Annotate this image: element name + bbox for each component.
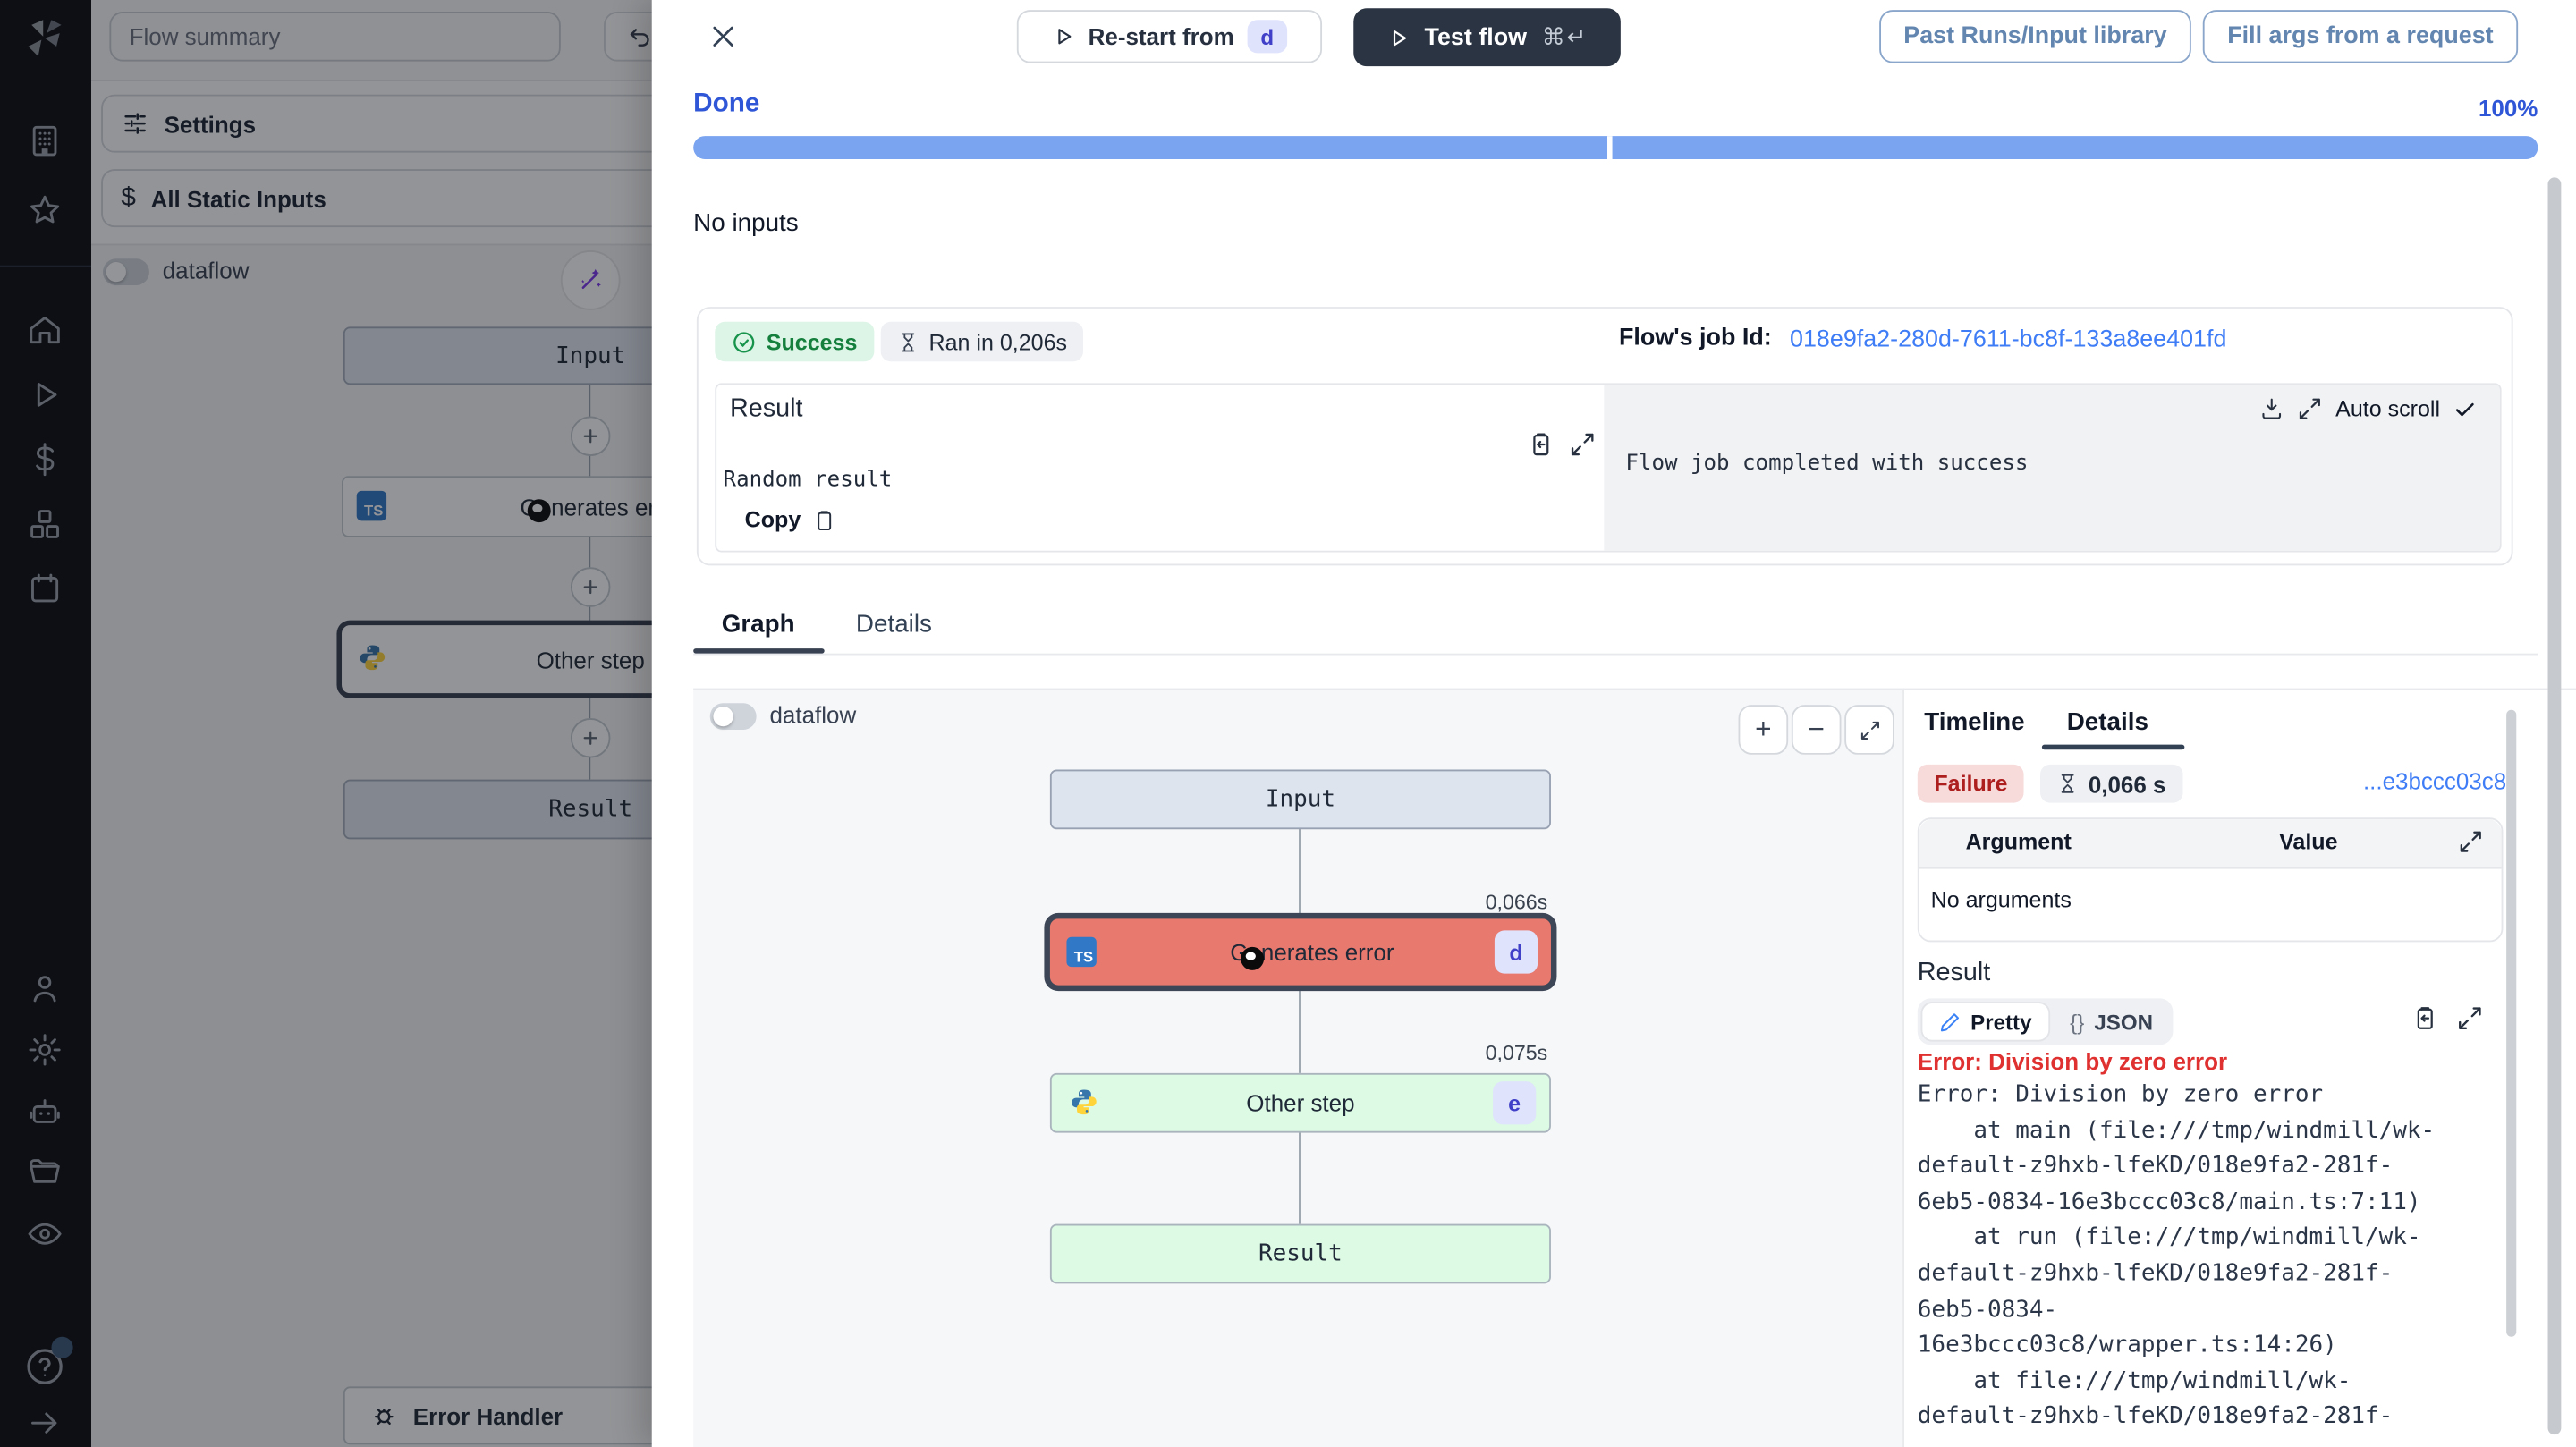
- braces-icon: {}: [2070, 1009, 2084, 1034]
- test-flow-button[interactable]: Test flow ⌘↵: [1353, 8, 1621, 66]
- typescript-icon: TS: [1066, 937, 1096, 967]
- expand-result-icon[interactable]: [1569, 431, 1596, 458]
- step-id-badge: e: [1493, 1081, 1536, 1124]
- python-icon: [1070, 1088, 1098, 1117]
- expand-step-result-icon[interactable]: [2457, 1005, 2484, 1032]
- json-tab[interactable]: {} JSON: [2054, 1003, 2170, 1040]
- expand-icon: [1859, 719, 1880, 740]
- expand-log-icon[interactable]: [2297, 396, 2322, 421]
- past-runs-button[interactable]: Past Runs/Input library: [1879, 10, 2191, 63]
- pen-icon: [1939, 1011, 1961, 1032]
- no-inputs-text: No inputs: [693, 209, 799, 238]
- no-arguments-text: No arguments: [1931, 887, 2072, 912]
- progress-percent: 100%: [2377, 95, 2538, 122]
- result-view-switch: Pretty {} JSON: [1918, 998, 2174, 1045]
- result-value: Random result: [724, 468, 893, 493]
- col-argument: Argument: [1966, 829, 2072, 854]
- tab-graph[interactable]: Graph: [722, 610, 795, 639]
- copy-step-result-icon[interactable]: [2411, 1005, 2438, 1032]
- tab-step-details[interactable]: Details: [2067, 708, 2148, 737]
- step-job-link[interactable]: ...e3bccc03c8: [2363, 768, 2506, 795]
- tab-graph-underline: [693, 648, 825, 654]
- job-id-label: Flow's job Id:: [1619, 325, 1772, 351]
- error-title: Error: Division by zero error: [1918, 1048, 2227, 1075]
- step-duration: 0,066s: [1050, 891, 1547, 914]
- copy-button[interactable]: Copy: [745, 507, 836, 532]
- play-icon: [1052, 25, 1075, 48]
- play-icon: [1386, 26, 1410, 49]
- restart-from-button[interactable]: Re-start from d: [1017, 10, 1322, 63]
- zoom-out-button[interactable]: −: [1792, 705, 1842, 755]
- expand-table-icon[interactable]: [2458, 829, 2483, 854]
- progress-bar-segment-gap: [1607, 136, 1613, 159]
- step-duration: 0,075s: [1050, 1042, 1547, 1065]
- deno-icon: [1240, 947, 1263, 970]
- fill-args-button[interactable]: Fill args from a request: [2203, 10, 2518, 63]
- failure-badge: Failure: [1918, 765, 2024, 803]
- restart-step-badge: d: [1247, 20, 1287, 53]
- run-result-card: Success Ran in 0,206s Flow's job Id: 018…: [697, 307, 2513, 565]
- run-graph-canvas: dataflow + − Input 0,066s TS Generates e…: [693, 689, 1902, 1447]
- step-id-badge: d: [1495, 930, 1538, 973]
- tab-details[interactable]: Details: [856, 610, 932, 639]
- arguments-table: Argument Value No arguments: [1918, 817, 2504, 942]
- windmill-flow-editor: Flow summary Settings $ All Static Input…: [0, 0, 2576, 1447]
- step-details-panel: Timeline Details Failure 0,066 s ...e3bc…: [1902, 689, 2576, 1447]
- tab-timeline[interactable]: Timeline: [1924, 708, 2024, 737]
- details-scrollbar[interactable]: [2506, 710, 2516, 1337]
- graph-edge: [1299, 1130, 1301, 1224]
- log-toolbar: Auto scroll: [2259, 396, 2477, 421]
- graph-dataflow-toggle[interactable]: [710, 703, 757, 730]
- log-text: Flow job completed with success: [1625, 451, 2028, 476]
- fit-view-button[interactable]: [1844, 705, 1894, 755]
- success-badge: Success: [715, 322, 874, 362]
- hourglass-icon: [2057, 773, 2079, 794]
- clipboard-icon: [812, 508, 835, 531]
- progress-bar: [693, 136, 2538, 159]
- close-icon[interactable]: [708, 21, 738, 51]
- auto-scroll-label[interactable]: Auto scroll: [2335, 396, 2440, 421]
- hourglass-icon: [897, 331, 919, 352]
- result-actions: [2411, 1005, 2483, 1032]
- drawer-tabs: Graph Details: [693, 604, 2538, 655]
- shortcut-hint: ⌘↵: [1542, 23, 1588, 52]
- ran-in-badge: Ran in 0,206s: [881, 322, 1084, 362]
- pretty-tab[interactable]: Pretty: [1921, 1002, 2050, 1042]
- error-stack-trace: Error: Division by zero error at main (f…: [1918, 1078, 2448, 1447]
- arguments-table-header: Argument Value: [1919, 819, 2502, 869]
- run-status-label: Done: [693, 89, 759, 119]
- graph-node-generates-error[interactable]: TS Generates error d: [1048, 918, 1553, 987]
- step-duration-badge: 0,066 s: [2040, 765, 2182, 803]
- zoom-in-button[interactable]: +: [1739, 705, 1789, 755]
- copy-result-icon[interactable]: [1528, 431, 1555, 458]
- drawer-scrollbar[interactable]: [2548, 177, 2562, 1434]
- step-result-title: Result: [1918, 959, 1990, 988]
- check-icon: [2453, 397, 2477, 420]
- graph-node-result[interactable]: Result: [1050, 1224, 1551, 1284]
- modal-dim-overlay[interactable]: [0, 0, 652, 1447]
- result-pane-title: Result: [730, 394, 802, 424]
- graph-dataflow-label: dataflow: [769, 701, 856, 728]
- test-flow-drawer: Re-start from d Test flow ⌘↵ Past Runs/I…: [652, 0, 2576, 1447]
- download-icon[interactable]: [2259, 396, 2284, 421]
- tab-details-underline: [2042, 745, 2184, 749]
- job-id-link[interactable]: 018e9fa2-280d-7611-bc8f-133a8ee401fd: [1790, 326, 2226, 353]
- col-value: Value: [2279, 829, 2337, 854]
- graph-node-other-step[interactable]: Other step e: [1050, 1073, 1551, 1133]
- circle-check-icon: [732, 329, 757, 354]
- result-log-split: Result Random result Copy: [715, 383, 2501, 552]
- graph-node-input[interactable]: Input: [1050, 769, 1551, 829]
